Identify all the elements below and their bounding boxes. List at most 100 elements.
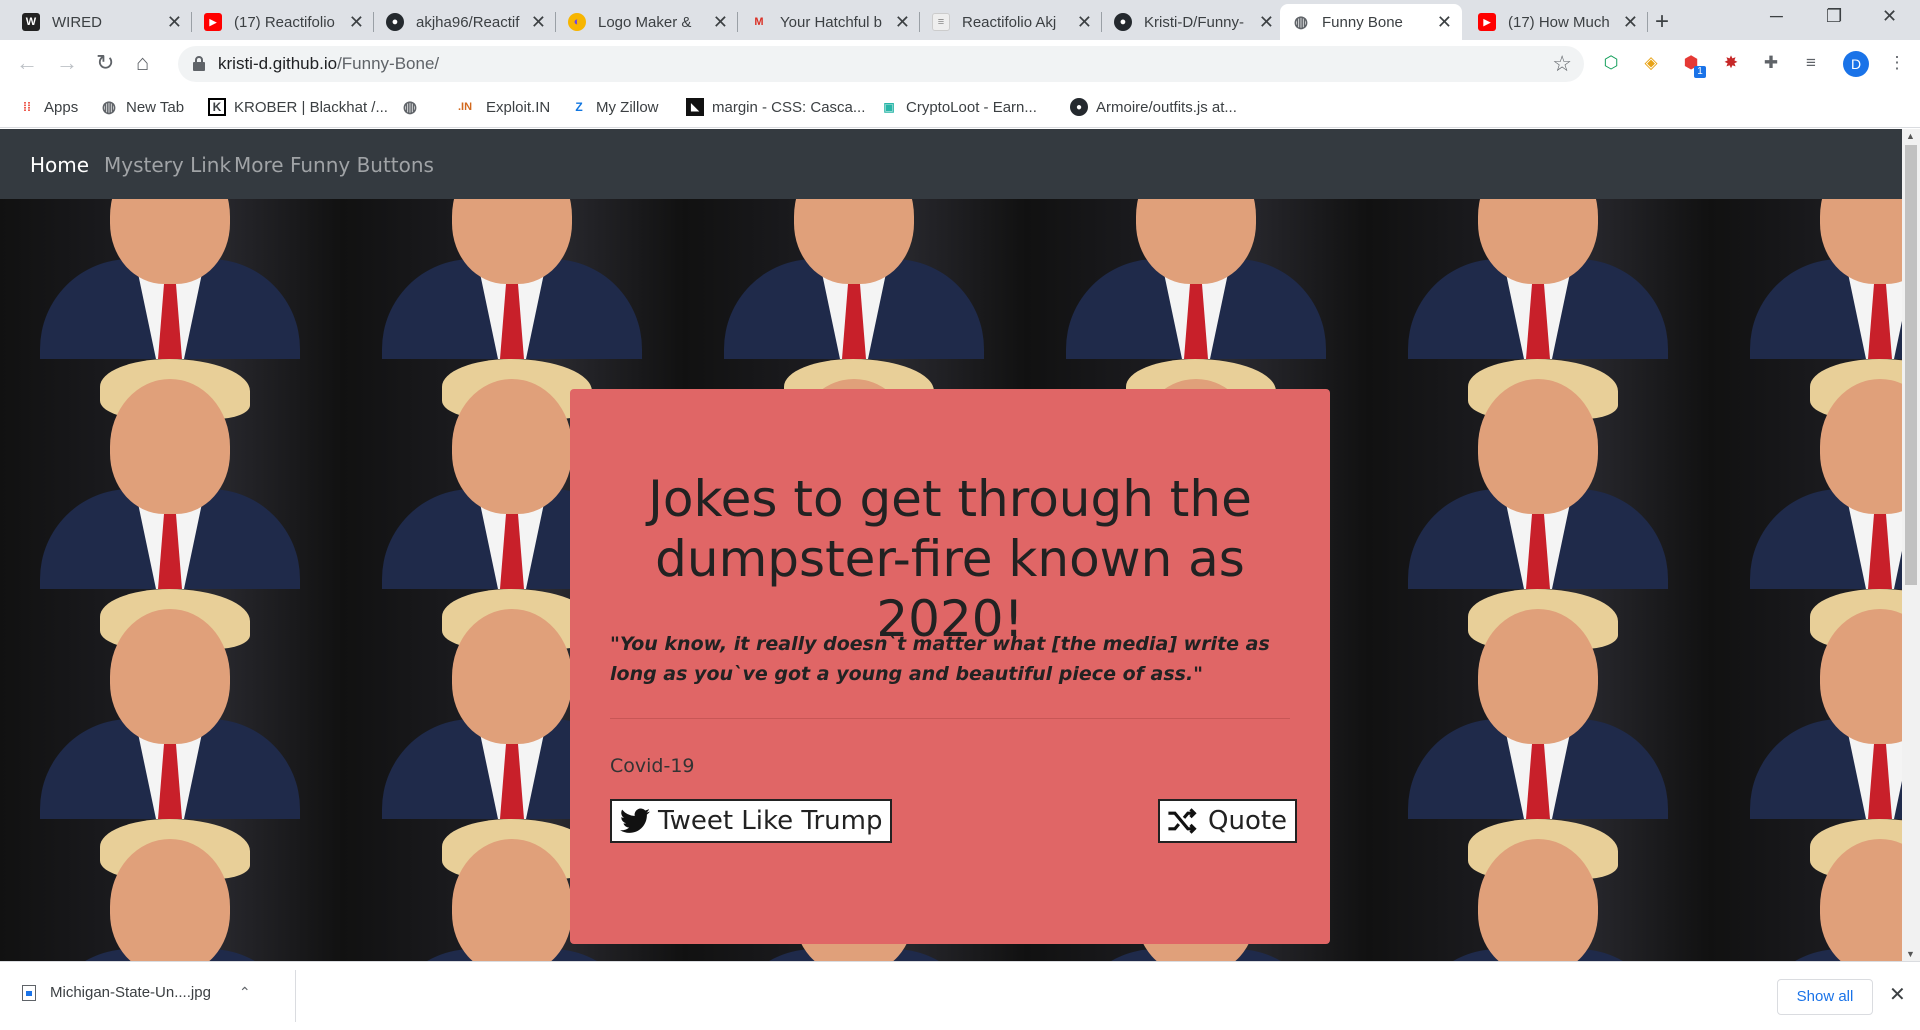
- background-portrait-tile: [1368, 359, 1710, 589]
- media-control-icon[interactable]: ≡: [1800, 52, 1822, 74]
- github-icon: ●: [1070, 98, 1088, 116]
- extension-icon[interactable]: ⬡: [1600, 52, 1622, 74]
- wired-icon: W: [22, 13, 40, 31]
- close-icon[interactable]: ✕: [167, 13, 182, 31]
- globe-icon: ◍: [1294, 14, 1308, 31]
- close-downloads-icon[interactable]: ✕: [1889, 982, 1906, 1007]
- exploit-icon: .IN: [457, 101, 473, 113]
- minimize-icon[interactable]: ─: [1770, 6, 1783, 27]
- bookmark-zillow[interactable]: Z My Zillow: [570, 98, 658, 116]
- page-title: Jokes to get through the dumpster-fire k…: [648, 470, 1252, 648]
- browser-toolbar: ← → ↻ ⌂ kristi-d.github.io/Funny-Bone/ ☆…: [0, 40, 1920, 88]
- background-portrait-tile: [0, 589, 342, 819]
- krober-icon: K: [208, 98, 226, 116]
- logo-maker-icon: ◐: [568, 13, 586, 31]
- tab-wired[interactable]: W WIRED ✕: [10, 4, 192, 40]
- tab-gmail[interactable]: M Your Hatchful b ✕: [738, 4, 920, 40]
- new-tab-icon[interactable]: +: [1655, 8, 1669, 36]
- bookmark-star-icon[interactable]: ☆: [1552, 51, 1572, 77]
- profile-avatar[interactable]: D: [1843, 51, 1869, 77]
- tab-strip: W WIRED ✕ ▶ (17) Reactifolio ✕ ● akjha96…: [0, 0, 1920, 40]
- bookmark-apps[interactable]: ⁞⁞ Apps: [18, 98, 78, 116]
- background-portrait-tile: [1710, 819, 1902, 961]
- background-portrait-tile: [1026, 199, 1368, 359]
- background-portrait-tile: [1710, 199, 1902, 359]
- extension-icon[interactable]: ✸: [1720, 52, 1742, 74]
- nav-more-funny-buttons-link[interactable]: More Funny Buttons: [234, 153, 434, 177]
- menu-kebab-icon[interactable]: ⋮: [1886, 52, 1908, 74]
- downloads-bar: Michigan-State-Un....jpg ⌃ Show all ✕: [0, 961, 1920, 1030]
- extension-badge-icon[interactable]: ⬢ 1: [1680, 52, 1706, 78]
- joke-card: Jokes to get through the dumpster-fire k…: [570, 389, 1330, 944]
- quote-author: Covid-19: [610, 755, 695, 777]
- zillow-icon: Z: [575, 100, 583, 114]
- globe-icon: ◍: [403, 99, 417, 116]
- close-icon[interactable]: ✕: [1259, 13, 1274, 31]
- tab-how-much[interactable]: ▶ (17) How Much ✕: [1466, 4, 1648, 40]
- globe-icon: ◍: [102, 99, 116, 116]
- back-icon[interactable]: ←: [16, 50, 38, 76]
- close-icon[interactable]: ✕: [713, 13, 728, 31]
- download-item[interactable]: Michigan-State-Un....jpg ⌃: [22, 984, 251, 1001]
- close-icon[interactable]: ✕: [1077, 13, 1092, 31]
- chevron-up-icon[interactable]: ⌃: [239, 984, 251, 1001]
- github-icon: ●: [1114, 13, 1132, 31]
- background-portrait-tile: [1710, 589, 1902, 819]
- twitter-icon: [620, 808, 650, 833]
- site-navbar: Home Mystery Link More Funny Buttons: [0, 129, 1902, 199]
- scrollbar-thumb[interactable]: [1905, 145, 1917, 585]
- close-icon[interactable]: ✕: [1623, 13, 1638, 31]
- nav-mystery-link[interactable]: Mystery Link: [104, 153, 231, 177]
- bookmark-krober[interactable]: K KROBER | Blackhat /...: [208, 98, 388, 116]
- bookmark-new-tab[interactable]: ◍ New Tab: [100, 98, 184, 117]
- extension-icon[interactable]: ◈: [1640, 52, 1662, 74]
- home-icon[interactable]: ⌂: [136, 50, 149, 76]
- bookmark-margin-css[interactable]: ◣ margin - CSS: Casca...: [686, 98, 865, 116]
- nav-home-link[interactable]: Home: [30, 153, 89, 177]
- new-quote-button[interactable]: Quote: [1158, 799, 1298, 843]
- tab-reactifolio-akj[interactable]: ≡ Reactifolio Akj ✕: [920, 4, 1102, 40]
- close-icon[interactable]: ✕: [895, 13, 910, 31]
- tab-akjha96[interactable]: ● akjha96/Reactif ✕: [374, 4, 556, 40]
- address-bar[interactable]: kristi-d.github.io/Funny-Bone/ ☆: [178, 46, 1584, 82]
- scroll-up-icon[interactable]: ▲: [1906, 131, 1915, 141]
- background-portrait-tile: [0, 199, 342, 359]
- github-icon: ●: [386, 13, 404, 31]
- show-all-button[interactable]: Show all: [1777, 979, 1873, 1015]
- youtube-icon: ▶: [204, 13, 222, 31]
- page-scrollbar[interactable]: ▲ ▼: [1902, 129, 1920, 961]
- lock-icon: [193, 56, 205, 71]
- tab-logo-maker[interactable]: ◐ Logo Maker & ✕: [556, 4, 738, 40]
- page-icon: ≡: [932, 13, 950, 31]
- tab-reactifolio-youtube[interactable]: ▶ (17) Reactifolio ✕: [192, 4, 374, 40]
- background-portrait-tile: [0, 819, 342, 961]
- background-portrait-tile: [342, 199, 684, 359]
- url-text: kristi-d.github.io/Funny-Bone/: [218, 54, 440, 73]
- reload-icon[interactable]: ↻: [96, 50, 114, 76]
- scroll-down-icon[interactable]: ▼: [1906, 949, 1915, 959]
- bookmark-globe[interactable]: ◍: [401, 98, 427, 116]
- cryptoloot-icon: ▣: [883, 100, 895, 114]
- tab-funny-bone[interactable]: ◍ Funny Bone ✕: [1280, 4, 1462, 40]
- forward-icon[interactable]: →: [56, 50, 78, 76]
- puzzle-extensions-icon[interactable]: ✚: [1760, 52, 1782, 74]
- tab-kristi-d[interactable]: ● Kristi-D/Funny- ✕: [1102, 4, 1284, 40]
- bookmark-armoire[interactable]: ● Armoire/outfits.js at...: [1070, 98, 1237, 116]
- apps-grid-icon: ⁞⁞: [23, 100, 31, 114]
- maximize-icon[interactable]: ❐: [1826, 6, 1842, 27]
- stack-icon: ◣: [686, 98, 704, 116]
- background-portrait-tile: [0, 359, 342, 589]
- close-icon[interactable]: ✕: [531, 13, 546, 31]
- file-icon: [22, 984, 36, 1001]
- tweet-button[interactable]: Tweet Like Trump: [610, 799, 893, 843]
- quote-text: "You know, it really doesn`t matter what…: [610, 633, 1270, 685]
- bookmark-cryptoloot[interactable]: ▣ CryptoLoot - Earn...: [880, 98, 1037, 116]
- window-close-icon[interactable]: ✕: [1882, 6, 1897, 27]
- close-icon[interactable]: ✕: [1437, 13, 1452, 31]
- shuffle-icon: [1168, 808, 1197, 834]
- bookmark-exploit[interactable]: .IN Exploit.IN: [452, 98, 550, 116]
- close-icon[interactable]: ✕: [349, 13, 364, 31]
- background-portrait-tile: [1368, 819, 1710, 961]
- gmail-icon: M: [754, 16, 764, 28]
- background-portrait-tile: [1368, 199, 1710, 359]
